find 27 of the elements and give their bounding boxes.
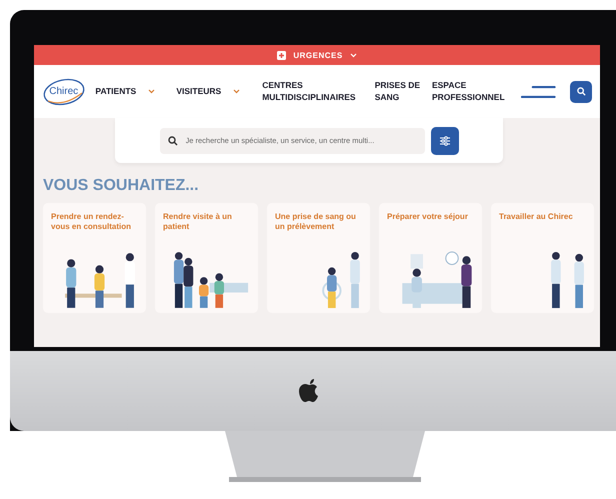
nav-link[interactable]: VISITEURS — [176, 86, 262, 98]
people-illustration — [550, 251, 586, 309]
search-icon — [576, 87, 586, 96]
chevron-icon — [350, 52, 357, 58]
nav-link[interactable]: ESPACE PROFESSIONNEL — [432, 80, 521, 103]
alert-label: URGENCES — [293, 50, 343, 60]
menu-icon[interactable] — [520, 86, 556, 98]
card-title: Rendre visite à un patient — [163, 212, 233, 233]
nav-link[interactable]: PRISES DE SANG — [374, 80, 432, 103]
filter-button[interactable] — [430, 126, 458, 154]
card-title: Une prise de sang ou un prélèvement — [275, 212, 357, 233]
section-title: VOUS SOUHAITEZ... — [43, 177, 200, 195]
alert-bar[interactable]: URGENCES — [34, 45, 600, 65]
chevron-icon — [148, 89, 156, 94]
card-title: Travailler au Chirec — [499, 212, 574, 222]
sliders-icon — [438, 136, 450, 146]
card-title: Préparer votre séjour — [387, 212, 469, 222]
nav-link[interactable]: CENTRES MULTIDISCIPLINAIRES — [262, 80, 375, 103]
search-icon — [168, 136, 178, 146]
search-button[interactable] — [570, 80, 592, 102]
apple-logo-icon — [299, 378, 321, 404]
nav-link[interactable]: PATIENTS — [95, 86, 176, 98]
plus-icon — [277, 50, 286, 60]
card-title: Prendre un rendez-vous en consultation — [51, 212, 132, 233]
chevron-icon — [233, 89, 240, 94]
people-illustration — [321, 251, 362, 309]
logo[interactable]: Chirec — [42, 76, 86, 106]
